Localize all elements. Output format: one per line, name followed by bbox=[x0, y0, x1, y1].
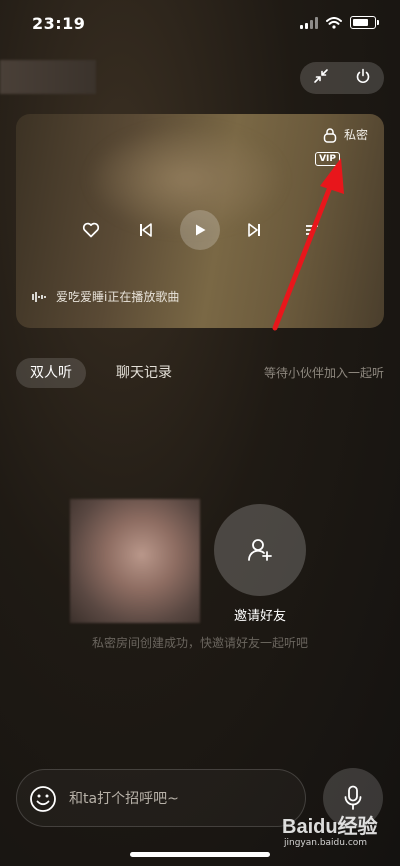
add-user-icon bbox=[248, 539, 272, 561]
invite-friend-label: 邀请好友 bbox=[233, 609, 286, 624]
playlist-button[interactable] bbox=[292, 210, 332, 250]
previous-button[interactable] bbox=[126, 210, 166, 250]
home-indicator[interactable] bbox=[130, 852, 270, 857]
sound-wave-icon bbox=[32, 291, 46, 302]
tab-bar: 双人听 聊天记录 等待小伙伴加入一起听 bbox=[16, 358, 384, 388]
private-toggle[interactable]: 私密 bbox=[322, 126, 368, 143]
status-time: 23:19 bbox=[32, 14, 86, 33]
chat-message-input[interactable] bbox=[67, 784, 291, 814]
previous-icon bbox=[140, 223, 152, 237]
next-icon bbox=[248, 223, 260, 237]
room-created-message: 私密房间创建成功，快邀请好友一起听吧 bbox=[91, 636, 308, 650]
player-card: 私密 VIP 爱吃爱睡i正在播放歌曲 bbox=[16, 114, 384, 328]
watermark-url: jingyan.baidu.com bbox=[284, 838, 368, 848]
now-playing-text: 爱吃爱睡i正在播放歌曲 bbox=[56, 290, 180, 304]
blurred-room-title bbox=[0, 60, 96, 94]
play-button[interactable] bbox=[180, 210, 220, 250]
baidu-jingyan-watermark: Baidu经验 jingyan.baidu.com bbox=[282, 810, 392, 858]
microphone-icon bbox=[344, 785, 362, 810]
waiting-status: 等待小伙伴加入一起听 bbox=[263, 366, 384, 380]
top-controls bbox=[300, 62, 384, 94]
tab-listen-together[interactable]: 双人听 bbox=[16, 358, 86, 388]
vip-badge: VIP bbox=[315, 152, 340, 166]
heart-icon bbox=[82, 222, 100, 238]
lock-icon bbox=[323, 127, 337, 143]
play-icon bbox=[196, 224, 206, 236]
now-playing-status: 爱吃爱睡i正在播放歌曲 bbox=[32, 288, 179, 305]
power-icon[interactable] bbox=[347, 68, 379, 88]
private-label: 私密 bbox=[343, 128, 368, 142]
chat-input-bar bbox=[16, 769, 306, 827]
watermark-brand: Baidu经验 bbox=[282, 816, 378, 838]
playlist-icon bbox=[306, 225, 318, 235]
cellular-signal-icon bbox=[300, 16, 318, 29]
status-icons bbox=[300, 16, 379, 29]
user-avatar bbox=[70, 499, 200, 623]
emoji-icon[interactable] bbox=[29, 785, 57, 813]
invite-friend-button[interactable] bbox=[214, 504, 306, 596]
tab-chat-history[interactable]: 聊天记录 bbox=[116, 358, 172, 388]
next-button[interactable] bbox=[234, 210, 274, 250]
minimize-icon[interactable] bbox=[305, 68, 337, 88]
wifi-icon bbox=[326, 16, 342, 29]
like-button[interactable] bbox=[71, 210, 111, 250]
status-bar: 23:19 bbox=[0, 0, 400, 48]
playback-controls bbox=[16, 210, 384, 250]
battery-icon bbox=[350, 16, 379, 29]
